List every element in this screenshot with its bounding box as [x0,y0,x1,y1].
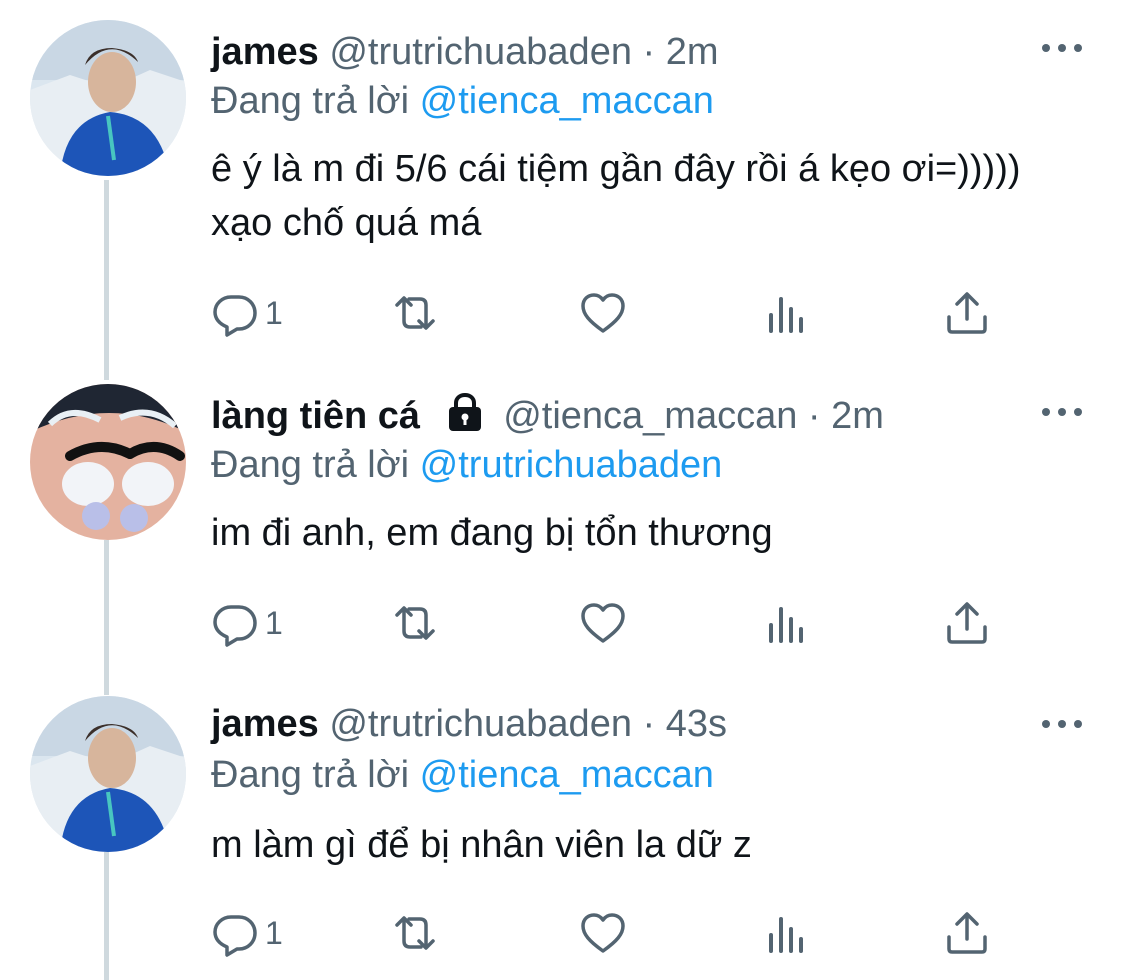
tweet[interactable]: làng tiên cá @tienca_maccan · 2m Đang tr… [0,384,1125,684]
retweet-button[interactable] [391,908,439,958]
tweet-actions: 1 [211,908,1011,958]
timestamp[interactable]: 2m [831,395,884,437]
separator-dot: · [642,703,656,745]
share-icon [947,912,987,954]
user-handle[interactable]: @trutrichuabaden [329,31,632,73]
analytics-icon [769,607,803,643]
heart-icon [581,603,625,643]
more-icon[interactable] [1040,38,1084,58]
like-button[interactable] [579,288,627,338]
reply-icon [213,605,257,647]
tweet-header: james @trutrichuabaden · 2m [211,24,719,80]
separator-dot: · [807,395,821,437]
reply-button[interactable]: 1 [211,908,283,958]
display-name[interactable]: james [211,703,319,745]
avatar[interactable] [30,20,186,176]
tweet[interactable]: james @trutrichuabaden · 43s Đang trả lờ… [0,696,1125,980]
share-button[interactable] [943,598,991,648]
replying-to: Đang trả lời @trutrichuabaden [211,438,722,492]
tweet-header: làng tiên cá @tienca_maccan · 2m [211,388,884,444]
avatar-photo-cartoon [30,384,186,540]
user-handle[interactable]: @tienca_maccan [503,395,797,437]
display-name[interactable]: làng tiên cá [211,395,420,437]
display-name[interactable]: james [211,31,319,73]
more-icon[interactable] [1040,714,1084,734]
share-button[interactable] [943,908,991,958]
like-button[interactable] [579,908,627,958]
replying-to: Đang trả lời @tienca_maccan [211,748,714,802]
heart-icon [581,913,625,953]
replying-to-label: Đang trả lời [211,754,420,796]
analytics-button[interactable] [763,598,811,648]
replying-to-label: Đang trả lời [211,444,420,486]
replying-to-label: Đang trả lời [211,80,420,122]
reply-count: 1 [265,294,283,331]
retweet-button[interactable] [391,598,439,648]
user-handle[interactable]: @trutrichuabaden [329,703,632,745]
retweet-button[interactable] [391,288,439,338]
separator-dot: · [642,31,656,73]
replying-to: Đang trả lời @tienca_maccan [211,74,714,128]
share-icon [947,292,987,334]
reply-button[interactable]: 1 [211,288,283,338]
reply-count: 1 [265,914,283,951]
avatar[interactable] [30,384,186,540]
tweet-header: james @trutrichuabaden · 43s [211,696,727,752]
share-icon [947,602,987,644]
avatar-photo-james [30,20,186,176]
tweet[interactable]: james @trutrichuabaden · 2m Đang trả lời… [0,20,1125,350]
heart-icon [581,293,625,333]
mention-link[interactable]: @tienca_maccan [420,754,714,796]
tweet-actions: 1 [211,598,1011,648]
reply-button[interactable]: 1 [211,598,283,648]
tweet-text: im đi anh, em đang bị tổn thương [211,512,773,554]
tweet-text: m làm gì để bị nhân viên la dữ z [211,824,752,866]
analytics-icon [769,917,803,953]
retweet-icon [395,296,435,330]
lock-icon [443,392,487,432]
tweet-text: ê ý là m đi 5/6 cái tiệm gần đây rồi á k… [211,148,1021,244]
share-button[interactable] [943,288,991,338]
like-button[interactable] [579,598,627,648]
analytics-icon [769,297,803,333]
analytics-button[interactable] [763,288,811,338]
tweet-actions: 1 [211,288,1011,338]
mention-link[interactable]: @tienca_maccan [420,80,714,122]
mention-link[interactable]: @trutrichuabaden [420,444,723,486]
retweet-icon [395,606,435,640]
reply-count: 1 [265,604,283,641]
more-icon[interactable] [1040,402,1084,422]
analytics-button[interactable] [763,908,811,958]
avatar[interactable] [30,696,186,852]
avatar-photo-james [30,696,186,852]
reply-icon [213,295,257,337]
retweet-icon [395,916,435,950]
timestamp[interactable]: 2m [666,31,719,73]
timestamp[interactable]: 43s [666,703,727,745]
reply-icon [213,915,257,957]
